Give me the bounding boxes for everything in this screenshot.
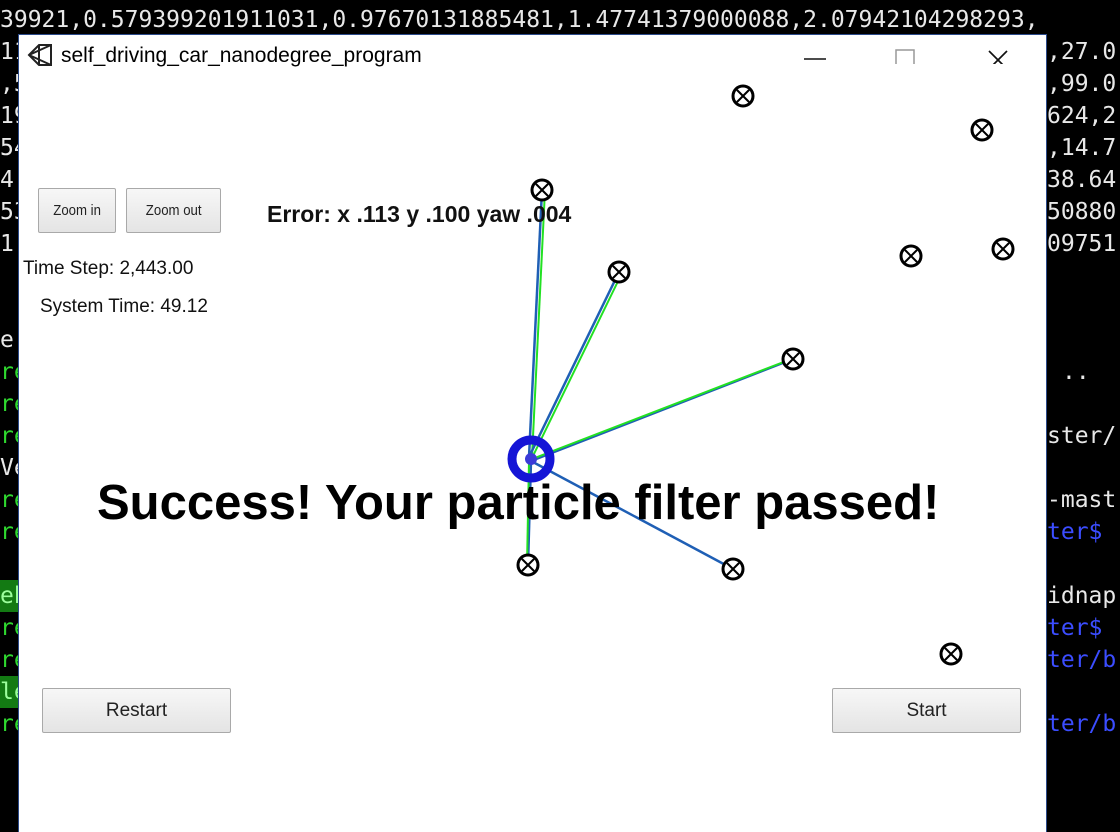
terminal-right-fragment: 624,2 [1047, 103, 1117, 129]
observation-line [527, 189, 544, 458]
terminal-right-fragment: 38.64 [1047, 167, 1117, 193]
zoom-out-label: Zoom out [145, 202, 202, 219]
window-title: self_driving_car_nanodegree_program [61, 44, 422, 67]
terminal-right-fragment: ter/b [1047, 647, 1117, 673]
terminal-right-fragment: ,27.0 [1047, 39, 1117, 65]
zoom-in-button[interactable]: Zoom in [38, 188, 116, 233]
landmarks [516, 84, 1015, 666]
minimize-icon [804, 58, 826, 60]
landmark-icon [781, 347, 805, 371]
zoom-out-button[interactable]: Zoom out [126, 188, 221, 233]
system-time-readout: System Time: 49.12 [40, 296, 208, 317]
landmark-icon [899, 244, 923, 268]
simulator-canvas: Zoom in Zoom out Error: x .113 y .100 ya… [19, 77, 1046, 832]
terminal-right-fragment: ter$ [1047, 519, 1103, 545]
start-button[interactable]: Start [832, 688, 1021, 733]
title-bar: self_driving_car_nanodegree_program [19, 35, 1046, 77]
landmark-icon [991, 237, 1015, 261]
maximize-button[interactable] [882, 35, 928, 71]
success-message: Success! Your particle filter passed! [97, 476, 940, 530]
terminal-right-fragment: .. [1062, 359, 1090, 385]
terminal-left-fragment: e [0, 327, 14, 353]
unity-icon [27, 44, 52, 66]
simulator-window: self_driving_car_nanodegree_program Zoom… [19, 35, 1046, 832]
landmark-icon [607, 260, 631, 284]
prediction-line [531, 189, 546, 458]
landmark-icon [530, 178, 554, 202]
terminal-right-fragment: ,99.0 [1047, 71, 1117, 97]
maximize-icon [895, 49, 915, 64]
landmark-icon [516, 553, 540, 577]
terminal-right-fragment: ,14.7 [1047, 135, 1117, 161]
zoom-in-label: Zoom in [53, 202, 101, 219]
terminal-right-fragment: ster/ [1047, 423, 1117, 449]
landmark-icon [721, 557, 745, 581]
restart-button[interactable]: Restart [42, 688, 231, 733]
minimize-button[interactable] [792, 35, 838, 71]
vehicle-center [525, 453, 537, 465]
terminal-right-fragment: -mast [1047, 487, 1117, 513]
landmark-icon [939, 642, 963, 666]
time-step-readout: Time Step: 2,443.00 [23, 258, 194, 279]
close-button[interactable] [975, 35, 1021, 71]
terminal-right-fragment: idnap [1047, 583, 1117, 609]
landmark-icon [731, 84, 755, 108]
terminal-top-line: 39921,0.579399201911031,0.97670131885481… [0, 7, 1039, 33]
terminal-right-fragment: ter/b [1047, 711, 1117, 737]
landmark-icon [970, 118, 994, 142]
terminal-right-fragment: 09751 [1047, 231, 1117, 257]
error-readout: Error: x .113 y .100 yaw .004 [267, 201, 572, 227]
terminal-right-fragment: 50880 [1047, 199, 1117, 225]
close-icon [988, 50, 1008, 64]
observation-line [527, 271, 621, 458]
prediction-line [531, 357, 795, 460]
terminal-right-fragment: ter$ [1047, 615, 1103, 641]
